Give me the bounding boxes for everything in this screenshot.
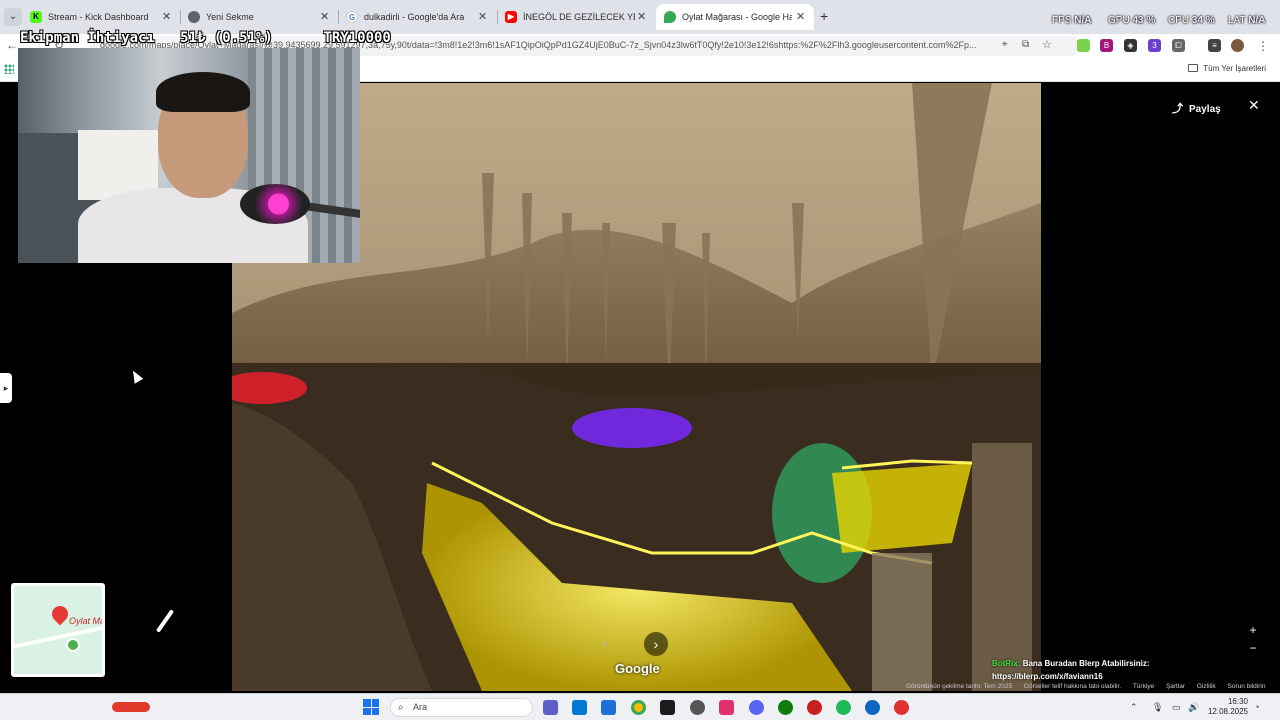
- blerp-line-1: Bana Buradan Blerp Atabilirsiniz:: [1022, 659, 1150, 668]
- tab-google-maps[interactable]: Oylat Mağarası - Google Harit... ✕: [656, 4, 814, 30]
- bookmark-star-icon[interactable]: ☆: [1042, 38, 1052, 51]
- install-icon[interactable]: ⧉: [1022, 39, 1029, 50]
- next-photo-icon[interactable]: ›: [644, 632, 668, 656]
- apps-icon[interactable]: [4, 64, 14, 74]
- footer-region-link[interactable]: Türkiye: [1133, 683, 1154, 690]
- app-v-icon[interactable]: [660, 700, 675, 715]
- maps-icon: [664, 11, 676, 23]
- feather-decoration: [155, 609, 175, 633]
- tab-search-button[interactable]: ⌄: [4, 8, 22, 26]
- previous-photo-icon[interactable]: ‹: [602, 635, 607, 651]
- google-icon: G: [346, 11, 358, 23]
- search-placeholder: Ara: [413, 702, 428, 712]
- outlook-icon[interactable]: [572, 700, 587, 715]
- location-icon[interactable]: ⌖: [1002, 39, 1008, 50]
- zoom-out-button[interactable]: −: [1248, 639, 1258, 657]
- extension-counter-icon[interactable]: 3: [1148, 39, 1161, 52]
- webcam-overlay: [18, 48, 360, 263]
- discord-icon[interactable]: [749, 700, 764, 715]
- recording-indicator: [112, 702, 150, 712]
- tab-title: Stream - Kick Dashboard: [48, 12, 149, 22]
- hud-cpu: CPU 34 %: [1168, 15, 1215, 26]
- footer-privacy-link[interactable]: Gizlilik: [1197, 683, 1216, 690]
- zoom-in-button[interactable]: +: [1248, 621, 1258, 639]
- network-icon[interactable]: ▭: [1172, 702, 1181, 713]
- chrome-taskbar-icon[interactable]: [631, 700, 646, 715]
- expand-side-panel-button[interactable]: ▸: [0, 373, 12, 403]
- mouse-cursor: [128, 368, 144, 384]
- profile-avatar[interactable]: [1231, 39, 1244, 52]
- close-viewer-button[interactable]: ✕: [1248, 97, 1260, 114]
- copyright-note: Görseller telif hakkına tabi olabilir.: [1023, 683, 1122, 690]
- hud-fps: FPS N/A: [1052, 15, 1092, 26]
- app-gear-icon[interactable]: [690, 700, 705, 715]
- minimap[interactable]: Oylat Ma: [11, 583, 105, 677]
- app-red-icon[interactable]: [807, 700, 822, 715]
- store-icon[interactable]: [601, 700, 616, 715]
- teams-icon[interactable]: [543, 700, 558, 715]
- blerp-overlay: BotRix: Bana Buradan Blerp Atabilirsiniz…: [992, 657, 1150, 683]
- system-clock[interactable]: 16:30 12.08.2025: [1206, 697, 1248, 717]
- extension-green-icon[interactable]: [1077, 39, 1090, 52]
- extensions-icon[interactable]: ⧠: [1172, 39, 1185, 52]
- extension-purple-icon[interactable]: B: [1100, 39, 1113, 52]
- tab-kick-dashboard[interactable]: K Stream - Kick Dashboard ✕: [30, 6, 171, 28]
- tab-new-tab[interactable]: Yeni Sekme ✕: [188, 6, 329, 28]
- tab-youtube[interactable]: ▶ İNEGÖL DE GEZİLECEK YERLER ✕: [505, 6, 646, 28]
- share-button[interactable]: ⤴ Paylaş: [1172, 100, 1221, 116]
- tray-overflow-icon[interactable]: ⌃: [1130, 702, 1138, 713]
- new-tab-button[interactable]: +: [820, 8, 828, 24]
- share-icon: ⤴: [1172, 103, 1183, 115]
- kick-icon: K: [30, 11, 42, 23]
- media-player-icon[interactable]: [894, 700, 909, 715]
- tab-title: İNEGÖL DE GEZİLECEK YERLER: [523, 12, 635, 22]
- donation-goal-overlay: Ekipman İhtiyacı 51₺ (0.51%) TRY10000: [20, 30, 391, 46]
- menu-icon[interactable]: ⋮: [1257, 39, 1269, 53]
- hud-lat: LAT N/A: [1228, 15, 1266, 26]
- zoom-controls: + −: [1248, 621, 1258, 657]
- maps-footer: Görüntünün çekilme tarihi: Tem 2025 Görs…: [906, 683, 1275, 690]
- youtube-icon: ▶: [505, 11, 517, 23]
- location-pin-icon: [48, 602, 72, 626]
- app-c-icon[interactable]: [865, 700, 880, 715]
- extension-puzzle-icon[interactable]: ◈: [1124, 39, 1137, 52]
- windows-start-icon[interactable]: [363, 699, 379, 715]
- tab-title: Yeni Sekme: [206, 12, 254, 22]
- footer-report-link[interactable]: Sorun bildirin: [1228, 683, 1266, 690]
- close-tab-icon[interactable]: ✕: [796, 10, 810, 23]
- bot-tag: BotRix:: [992, 659, 1021, 668]
- footer-terms-link[interactable]: Şartlar: [1166, 683, 1185, 690]
- spotify-icon[interactable]: [836, 700, 851, 715]
- volume-icon[interactable]: 🔊: [1188, 702, 1199, 713]
- clock-time: 16:30: [1227, 697, 1248, 706]
- all-bookmarks-label: Tüm Yer İşaretleri: [1203, 64, 1266, 73]
- chrome-icon: [188, 11, 200, 23]
- back-icon[interactable]: ←: [6, 38, 18, 52]
- tab-title: dulkadirli - Google'da Ara: [364, 12, 465, 22]
- tab-strip: ⌄ K Stream - Kick Dashboard ✕ Yeni Sekme…: [0, 0, 1280, 34]
- share-label: Paylaş: [1189, 104, 1221, 115]
- blerp-line-2: https://blerp.com/x/faviann16: [992, 672, 1103, 681]
- minimap-label: Oylat Ma: [69, 616, 105, 626]
- place-marker-icon: [66, 638, 80, 652]
- google-watermark: Google: [615, 661, 660, 676]
- taskbar-search[interactable]: ⌕ Ara: [390, 698, 533, 717]
- search-icon: ⌕: [398, 702, 404, 713]
- tab-title: Oylat Mağarası - Google Harit...: [682, 12, 792, 22]
- instagram-icon[interactable]: [719, 700, 734, 715]
- media-icon[interactable]: ≡: [1208, 39, 1221, 52]
- folder-icon: [1188, 64, 1199, 72]
- microphone-tray-icon[interactable]: 🎙: [1152, 702, 1163, 713]
- xbox-icon[interactable]: [778, 700, 793, 715]
- clock-date: 12.08.2025: [1207, 707, 1248, 716]
- tab-google-search[interactable]: G dulkadirli - Google'da Ara ✕: [346, 6, 487, 28]
- microphone-icon: [240, 184, 310, 224]
- taskbar: ⌕ Ara ⌃ 🎙 ▭ 🔊 16:30 12.08.2025 ◔: [0, 693, 1280, 720]
- notification-icon[interactable]: ◔: [1254, 702, 1259, 712]
- capture-date: Görüntünün çekilme tarihi: Tem 2025: [906, 683, 1013, 690]
- all-bookmarks-button[interactable]: Tüm Yer İşaretleri: [1188, 64, 1266, 73]
- hud-gpu: GPU 43 %: [1108, 15, 1156, 26]
